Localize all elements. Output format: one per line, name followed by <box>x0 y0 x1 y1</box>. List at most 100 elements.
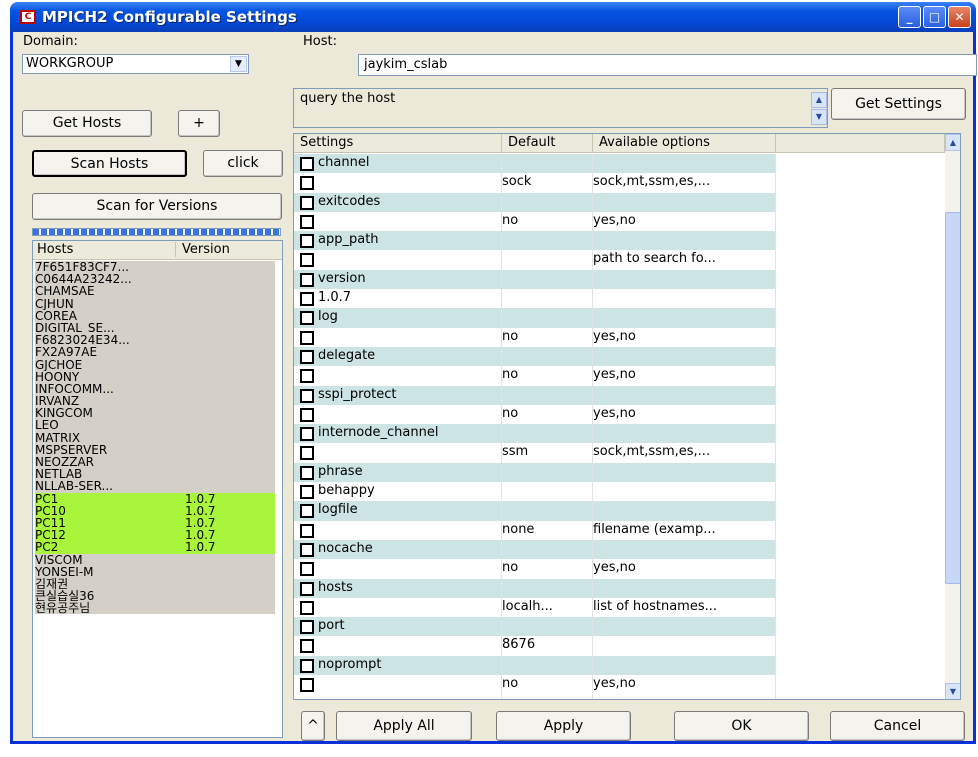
setting-value-row[interactable]: no yes,no <box>294 675 776 694</box>
setting-value-row[interactable]: behappy <box>294 482 776 501</box>
setting-checkbox[interactable] <box>300 542 314 557</box>
setting-checkbox[interactable] <box>300 292 314 307</box>
setting-checkbox[interactable] <box>300 311 314 326</box>
setting-checkbox[interactable] <box>300 234 314 249</box>
hosts-column-header[interactable]: Hosts <box>37 242 73 257</box>
host-row[interactable]: 현유공주님 <box>35 602 275 615</box>
scrollbar-thumb[interactable] <box>945 212 960 584</box>
title-bar[interactable]: C MPICH2 Configurable Settings _ □ ✕ <box>10 2 976 32</box>
setting-checkbox[interactable] <box>300 465 314 480</box>
version-column-header[interactable]: Version <box>175 242 230 257</box>
setting-checkbox[interactable] <box>300 620 314 635</box>
host-row[interactable]: PC10 1.0.7 <box>35 504 275 517</box>
hosts-rows: 7F651F83CF7... C0644A23242... CHAMSAE CJHUN… <box>35 261 275 615</box>
chevron-down-icon[interactable]: ▼ <box>230 56 247 72</box>
setting-value-row[interactable]: none filename (examp... <box>294 521 776 540</box>
setting-value-row[interactable]: 8676 <box>294 636 776 655</box>
setting-checkbox[interactable] <box>300 349 314 364</box>
setting-checkbox[interactable] <box>300 388 314 403</box>
setting-name-row[interactable]: internode_channel <box>294 424 776 444</box>
scroll-down-icon[interactable]: ▼ <box>945 683 960 699</box>
setting-value-row[interactable]: localh... list of hostnames... <box>294 598 776 617</box>
setting-value-row[interactable]: no yes,no <box>294 366 776 385</box>
setting-options: yes,no <box>593 328 636 344</box>
scan-versions-button[interactable]: Scan for Versions <box>32 193 282 220</box>
add-host-button[interactable]: + <box>178 110 220 137</box>
setting-checkbox[interactable] <box>300 157 314 171</box>
scan-hosts-button[interactable]: Scan Hosts <box>32 150 187 177</box>
setting-name-row[interactable]: phrase <box>294 462 776 483</box>
setting-checkbox[interactable] <box>300 639 314 654</box>
scroll-up-icon[interactable]: ▲ <box>945 134 960 151</box>
host-input[interactable]: jaykim_cslab <box>358 54 977 76</box>
setting-name-row[interactable]: noprompt <box>294 655 776 676</box>
domain-select[interactable]: WORKGROUP ▼ <box>22 54 249 74</box>
setting-checkbox[interactable] <box>300 678 314 693</box>
scroll-up-icon[interactable]: ▲ <box>811 92 827 108</box>
toggle-button[interactable]: ^ <box>301 711 325 741</box>
setting-checkbox[interactable] <box>300 272 314 287</box>
host-row[interactable]: NLLAB-SER... <box>35 480 275 493</box>
setting-value[interactable]: 1.0.7 <box>318 290 351 305</box>
setting-name-row[interactable]: delegate <box>294 346 776 367</box>
setting-name-row[interactable]: exitcodes <box>294 192 776 212</box>
setting-checkbox[interactable] <box>300 407 314 422</box>
setting-value-row[interactable]: 1.0.7 <box>294 289 776 308</box>
settings-scrollbar[interactable]: ▲ ▼ <box>945 134 960 699</box>
setting-checkbox[interactable] <box>300 523 314 538</box>
column-divider <box>501 154 502 699</box>
minimize-button[interactable]: _ <box>898 6 921 28</box>
setting-value-row[interactable]: ssm sock,mt,ssm,es,... <box>294 443 776 462</box>
scroll-down-icon[interactable]: ▼ <box>811 109 827 125</box>
setting-checkbox[interactable] <box>300 446 314 461</box>
setting-value-row[interactable]: path to search fo... <box>294 250 776 269</box>
apply-button[interactable]: Apply <box>496 711 631 741</box>
apply-all-button[interactable]: Apply All <box>336 711 472 741</box>
host-row[interactable]: PC1 1.0.7 <box>35 492 275 505</box>
setting-checkbox[interactable] <box>300 253 314 268</box>
options-column-header[interactable]: Available options <box>593 134 776 153</box>
default-column-header[interactable]: Default <box>502 134 593 153</box>
setting-name-row[interactable]: hosts <box>294 578 776 598</box>
setting-value-row[interactable]: no yes,no <box>294 405 776 424</box>
setting-name-row[interactable]: version <box>294 269 776 290</box>
setting-value[interactable]: behappy <box>318 483 375 498</box>
setting-checkbox[interactable] <box>300 658 314 673</box>
setting-name-row[interactable]: logfile <box>294 501 776 521</box>
setting-checkbox[interactable] <box>300 427 314 442</box>
host-row[interactable]: PC11 1.0.7 <box>35 516 275 530</box>
setting-checkbox[interactable] <box>300 195 314 210</box>
host-row[interactable]: KINGCOM <box>35 407 275 420</box>
setting-checkbox[interactable] <box>300 600 314 615</box>
setting-name-row[interactable]: app_path <box>294 231 776 251</box>
setting-name-row[interactable]: port <box>294 617 776 637</box>
setting-name-row[interactable]: sspi_protect <box>294 385 776 405</box>
setting-value-row[interactable]: no yes,no <box>294 559 776 578</box>
setting-checkbox[interactable] <box>300 214 314 229</box>
setting-checkbox[interactable] <box>300 504 314 519</box>
setting-value-row[interactable]: sock sock,mt,ssm,es,... <box>294 173 776 192</box>
click-button[interactable]: click <box>203 150 283 177</box>
setting-value-row[interactable]: no yes,no <box>294 328 776 347</box>
maximize-button[interactable]: □ <box>923 6 946 28</box>
ok-button[interactable]: OK <box>674 711 809 741</box>
host-row[interactable]: YONSEI-M <box>35 565 275 578</box>
hosts-list[interactable]: Hosts Version 7F651F83CF7... C0644A23242.… <box>32 240 283 738</box>
host-row[interactable]: PC12 1.0.7 <box>35 529 275 542</box>
setting-checkbox[interactable] <box>300 581 314 596</box>
cancel-button[interactable]: Cancel <box>830 711 965 741</box>
setting-value-row[interactable]: no yes,no <box>294 212 776 231</box>
close-button[interactable]: ✕ <box>948 6 971 28</box>
get-hosts-button[interactable]: Get Hosts <box>22 110 152 137</box>
settings-column-header[interactable]: Settings <box>294 134 502 153</box>
setting-checkbox[interactable] <box>300 176 314 191</box>
setting-name-row[interactable]: nocache <box>294 539 776 560</box>
setting-checkbox[interactable] <box>300 369 314 384</box>
setting-name-row[interactable]: channel <box>294 154 776 174</box>
setting-checkbox[interactable] <box>300 485 314 500</box>
setting-checkbox[interactable] <box>300 562 314 577</box>
setting-checkbox[interactable] <box>300 330 314 345</box>
setting-name-row[interactable]: log <box>294 308 776 328</box>
settings-grid[interactable]: Settings Default Available options chann… <box>293 133 961 700</box>
get-settings-button[interactable]: Get Settings <box>831 88 966 120</box>
